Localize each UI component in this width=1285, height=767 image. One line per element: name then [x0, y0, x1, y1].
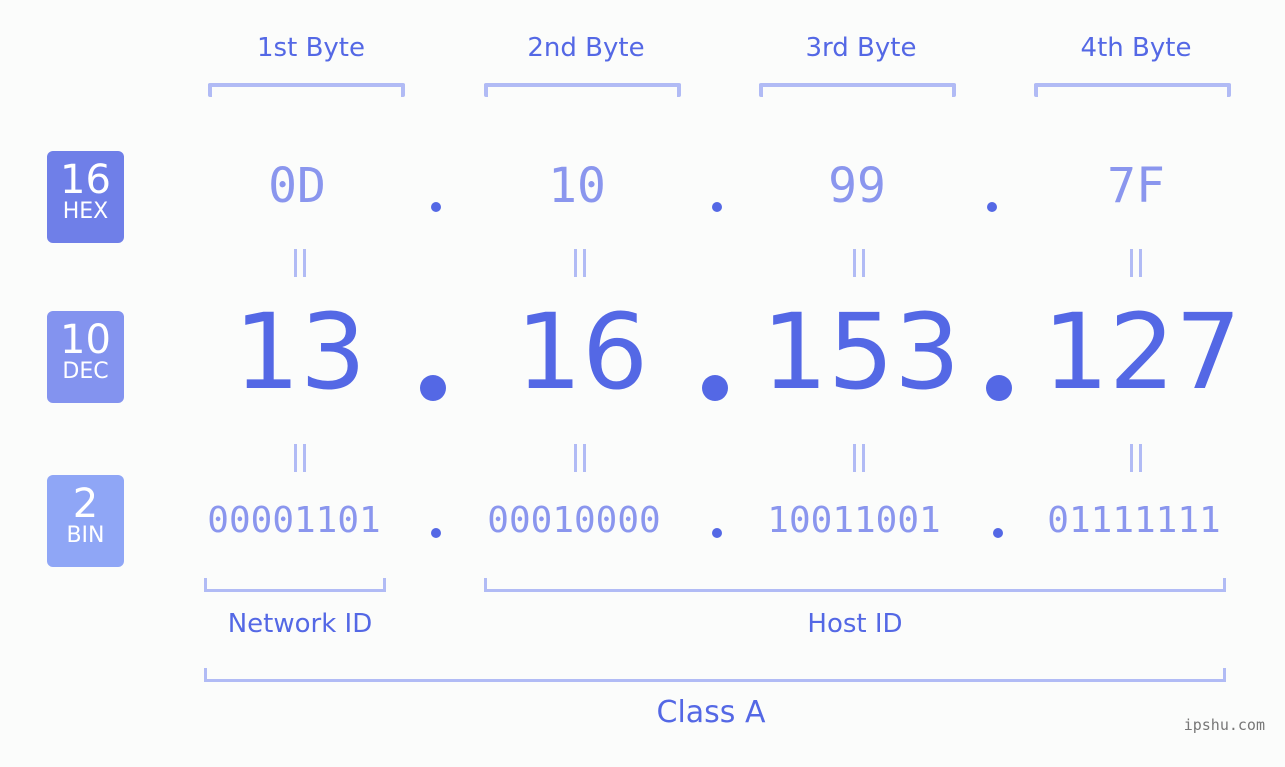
hex-value-2: 10 [548, 158, 606, 214]
bin-separator-dot [712, 528, 722, 538]
dec-separator-dot [986, 375, 1012, 401]
equals-icon [280, 442, 320, 480]
bin-badge-label: BIN [66, 523, 105, 548]
dec-value-1: 13 [233, 291, 367, 413]
bin-value-2: 00010000 [487, 500, 661, 541]
host-id-label: Host ID [807, 609, 903, 639]
hex-value-3: 99 [828, 158, 886, 214]
equals-icon [560, 247, 600, 285]
byte-header-3: 3rd Byte [805, 33, 917, 63]
network-id-label: Network ID [227, 609, 373, 639]
byte-bracket-2 [484, 83, 681, 97]
byte-header-2: 2nd Byte [527, 33, 645, 63]
byte-bracket-1 [208, 83, 405, 97]
equals-icon [839, 247, 879, 285]
hex-badge-label: HEX [62, 199, 109, 224]
equals-icon [1116, 442, 1156, 480]
byte-bracket-3 [759, 83, 956, 97]
bin-value-1: 00001101 [207, 500, 381, 541]
equals-icon [839, 442, 879, 480]
class-label: Class A [656, 695, 766, 730]
equals-icon [1116, 247, 1156, 285]
network-id-bracket [204, 578, 386, 592]
hex-separator-dot [431, 202, 441, 212]
dec-separator-dot [702, 375, 728, 401]
equals-icon [560, 442, 600, 480]
hex-separator-dot [987, 202, 997, 212]
hex-badge: 16 HEX [47, 151, 124, 243]
dec-badge: 10 DEC [47, 311, 124, 403]
dec-separator-dot [420, 375, 446, 401]
dec-badge-label: DEC [62, 359, 109, 384]
hex-value-4: 7F [1107, 158, 1165, 214]
bin-badge: 2 BIN [47, 475, 124, 567]
dec-value-4: 127 [1042, 291, 1242, 413]
bin-separator-dot [431, 528, 441, 538]
dec-value-3: 153 [761, 291, 961, 413]
hex-value-1: 0D [268, 158, 326, 214]
host-id-bracket [484, 578, 1226, 592]
bin-separator-dot [993, 528, 1003, 538]
byte-header-1: 1st Byte [257, 33, 365, 63]
dec-badge-base: 10 [60, 317, 111, 363]
equals-icon [280, 247, 320, 285]
hex-badge-base: 16 [60, 157, 111, 203]
byte-bracket-4 [1034, 83, 1231, 97]
class-bracket [204, 668, 1226, 682]
bin-badge-base: 2 [72, 481, 99, 527]
bin-value-3: 10011001 [767, 500, 941, 541]
bin-value-4: 01111111 [1047, 500, 1221, 541]
hex-separator-dot [712, 202, 722, 212]
byte-header-4: 4th Byte [1080, 33, 1192, 63]
dec-value-2: 16 [515, 291, 649, 413]
watermark: ipshu.com [1183, 716, 1265, 734]
